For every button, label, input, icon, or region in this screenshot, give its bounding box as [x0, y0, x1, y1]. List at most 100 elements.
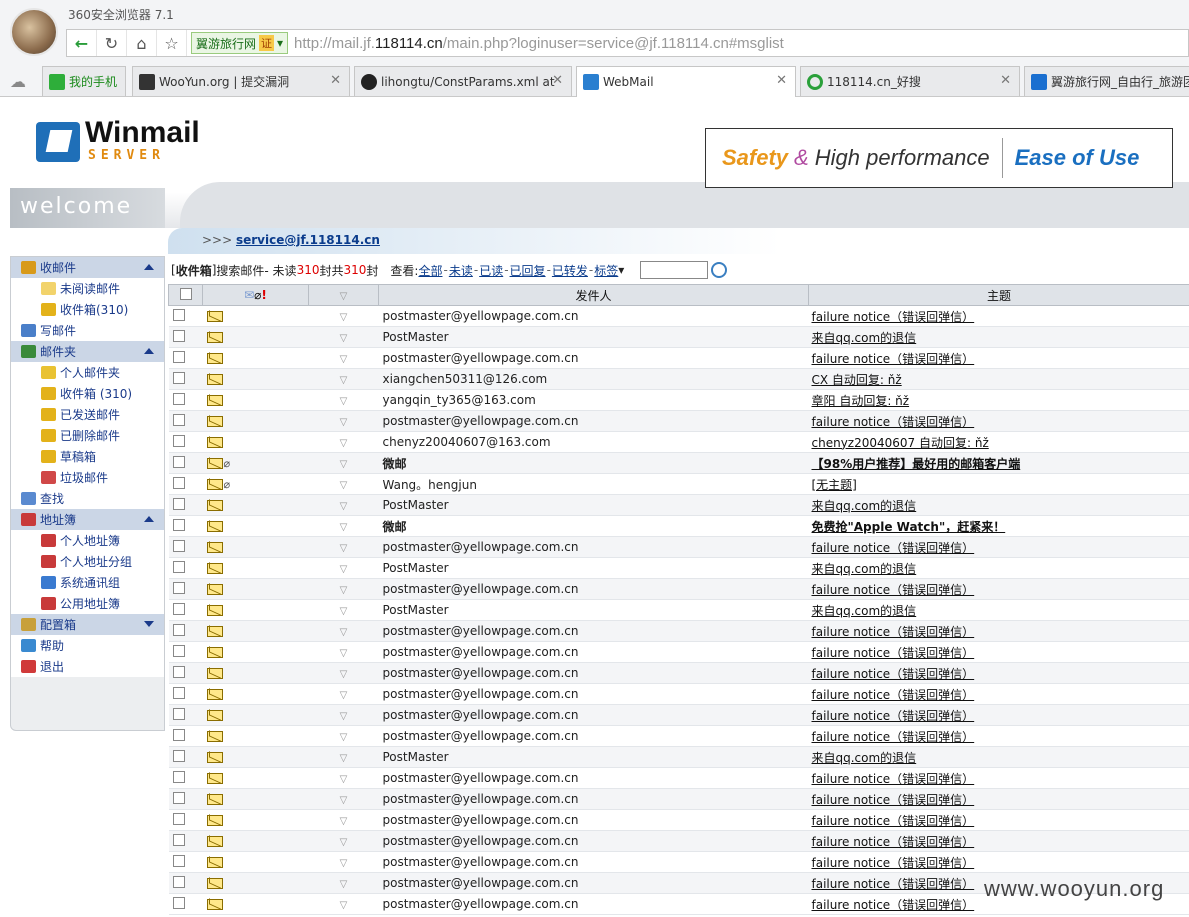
table-row[interactable]: ▽ postmaster@yellowpage.com.cn failure not…	[168, 620, 1189, 642]
row-checkbox[interactable]	[172, 665, 185, 678]
sender-cell[interactable]: PostMaster	[378, 326, 809, 348]
tab-my-phone[interactable]: 我的手机	[42, 66, 126, 96]
sidebar-item[interactable]: 收件箱(310)	[11, 299, 164, 320]
flag-icon[interactable]: ▽	[340, 333, 348, 344]
subject-link[interactable]: failure notice（错误回弹信）	[809, 541, 975, 555]
flag-icon[interactable]: ▽	[340, 438, 348, 449]
subject-link[interactable]: failure notice（错误回弹信）	[809, 415, 975, 429]
sidebar-item[interactable]: 草稿箱	[11, 446, 164, 467]
table-row[interactable]: ▽ postmaster@yellowpage.com.cn failure not…	[168, 809, 1189, 831]
row-checkbox[interactable]	[172, 833, 185, 846]
table-row[interactable]: ▽ postmaster@yellowpage.com.cn failure not…	[168, 725, 1189, 747]
filter-unread[interactable]: 未读	[449, 262, 473, 279]
flag-column[interactable]: ▽	[308, 284, 379, 306]
sidebar-item[interactable]: 退出	[11, 656, 164, 677]
chevron-down-icon[interactable]: ▾	[618, 263, 624, 277]
filter-all[interactable]: 全部	[418, 262, 442, 279]
subject-link[interactable]: CX 自动回复: ňž	[809, 373, 902, 387]
sender-cell[interactable]: PostMaster	[378, 599, 809, 621]
select-all-column[interactable]	[168, 284, 203, 306]
row-checkbox[interactable]	[172, 707, 185, 720]
flag-icon[interactable]: ▽	[340, 858, 348, 869]
sidebar-item[interactable]: 地址簿	[11, 509, 164, 530]
subject-link[interactable]: failure notice（错误回弹信）	[809, 877, 975, 891]
user-avatar[interactable]	[10, 8, 58, 56]
tab-github[interactable]: lihongtu/ConstParams.xml at ✕	[354, 66, 572, 96]
sidebar-item[interactable]: 已发送邮件	[11, 404, 164, 425]
table-row[interactable]: ▽ PostMaster 来自qq.com的退信	[168, 599, 1189, 621]
flag-icon[interactable]: ▽	[340, 606, 348, 617]
subject-link[interactable]: [无主题]	[809, 478, 857, 492]
reload-icon[interactable]: ↻	[97, 30, 127, 56]
tab-webmail[interactable]: WebMail ✕	[576, 66, 796, 97]
sender-cell[interactable]: postmaster@yellowpage.com.cn	[378, 620, 809, 642]
sender-cell[interactable]: xiangchen50311@126.com	[378, 368, 809, 390]
flag-icon[interactable]: ▽	[340, 774, 348, 785]
sidebar-item[interactable]: 系统通讯组	[11, 572, 164, 593]
table-row[interactable]: ▽ PostMaster 来自qq.com的退信	[168, 494, 1189, 516]
subject-link[interactable]: failure notice（错误回弹信）	[809, 310, 975, 324]
row-checkbox[interactable]	[172, 812, 185, 825]
sender-cell[interactable]: PostMaster	[378, 494, 809, 516]
flag-icon[interactable]: ▽	[340, 396, 348, 407]
sender-cell[interactable]: postmaster@yellowpage.com.cn	[378, 662, 809, 684]
sidebar-item[interactable]: 邮件夹	[11, 341, 164, 362]
flag-icon[interactable]: ▽	[340, 879, 348, 890]
flag-icon[interactable]: ▽	[340, 354, 348, 365]
flag-icon[interactable]: ▽	[340, 711, 348, 722]
sender-cell[interactable]: PostMaster	[378, 557, 809, 579]
table-row[interactable]: ▽ postmaster@yellowpage.com.cn failure not…	[168, 788, 1189, 810]
flag-icon[interactable]: ▽	[340, 459, 348, 470]
table-row[interactable]: ▽ chenyz20040607@163.com chenyz20040607 自动…	[168, 431, 1189, 453]
sender-cell[interactable]: postmaster@yellowpage.com.cn	[378, 893, 809, 915]
subject-link[interactable]: 来自qq.com的退信	[809, 562, 917, 576]
filter-forwarded[interactable]: 已转发	[552, 262, 588, 279]
flag-icon[interactable]: ▽	[340, 417, 348, 428]
sidebar-item[interactable]: 收件箱 (310)	[11, 383, 164, 404]
table-row[interactable]: ▽ 微邮 免费抢"Apple Watch"，赶紧来！	[168, 515, 1189, 537]
sender-cell[interactable]: postmaster@yellowpage.com.cn	[378, 347, 809, 369]
subject-link[interactable]: 来自qq.com的退信	[809, 751, 917, 765]
table-row[interactable]: ▽ postmaster@yellowpage.com.cn failure not…	[168, 410, 1189, 432]
row-checkbox[interactable]	[172, 350, 185, 363]
sender-cell[interactable]: postmaster@yellowpage.com.cn	[378, 851, 809, 873]
flag-icon[interactable]: ▽	[340, 732, 348, 743]
subject-link[interactable]: failure notice（错误回弹信）	[809, 688, 975, 702]
subject-link[interactable]: failure notice（错误回弹信）	[809, 667, 975, 681]
sidebar-item[interactable]: 写邮件	[11, 320, 164, 341]
row-checkbox[interactable]	[172, 854, 185, 867]
sidebar-item[interactable]: 个人地址分组	[11, 551, 164, 572]
search-mail-link[interactable]: 搜索邮件	[216, 262, 264, 279]
flag-icon[interactable]: ▽	[340, 522, 348, 533]
subject-link[interactable]: failure notice（错误回弹信）	[809, 709, 975, 723]
sidebar-item[interactable]: 查找	[11, 488, 164, 509]
row-checkbox[interactable]	[172, 602, 185, 615]
site-badge[interactable]: 翼游旅行网证 ▾	[191, 32, 289, 54]
subject-link[interactable]: 【98%用户推荐】最好用的邮箱客户端	[809, 457, 1021, 471]
table-row[interactable]: ⌀ ▽ 微邮 【98%用户推荐】最好用的邮箱客户端	[168, 452, 1189, 474]
flag-icon[interactable]: ▽	[340, 795, 348, 806]
subject-link[interactable]: failure notice（错误回弹信）	[809, 730, 975, 744]
subject-link[interactable]: failure notice（错误回弹信）	[809, 856, 975, 870]
row-checkbox[interactable]	[172, 749, 185, 762]
close-icon[interactable]: ✕	[552, 73, 563, 88]
table-row[interactable]: ▽ yangqin_ty365@163.com 章阳 自动回复: ňž	[168, 389, 1189, 411]
flag-icon[interactable]: ▽	[340, 480, 348, 491]
subject-link[interactable]: 免费抢"Apple Watch"，赶紧来！	[809, 520, 1006, 534]
table-row[interactable]: ▽ postmaster@yellowpage.com.cn failure not…	[168, 767, 1189, 789]
tab-wooyun[interactable]: WooYun.org | 提交漏洞 ✕	[132, 66, 350, 96]
flag-icon[interactable]: ▽	[340, 564, 348, 575]
subject-link[interactable]: failure notice（错误回弹信）	[809, 646, 975, 660]
filter-read[interactable]: 已读	[479, 262, 503, 279]
table-row[interactable]: ▽ PostMaster 来自qq.com的退信	[168, 746, 1189, 768]
select-all-checkbox[interactable]	[179, 287, 192, 300]
close-icon[interactable]: ✕	[330, 73, 341, 88]
row-checkbox[interactable]	[172, 392, 185, 405]
back-arrow-icon[interactable]: ←	[67, 30, 97, 56]
table-row[interactable]: ▽ postmaster@yellowpage.com.cn failure not…	[168, 641, 1189, 663]
row-checkbox[interactable]	[172, 728, 185, 741]
subject-link[interactable]: 来自qq.com的退信	[809, 499, 917, 513]
sender-cell[interactable]: postmaster@yellowpage.com.cn	[378, 725, 809, 747]
sidebar-item[interactable]: 已删除邮件	[11, 425, 164, 446]
row-checkbox[interactable]	[172, 791, 185, 804]
